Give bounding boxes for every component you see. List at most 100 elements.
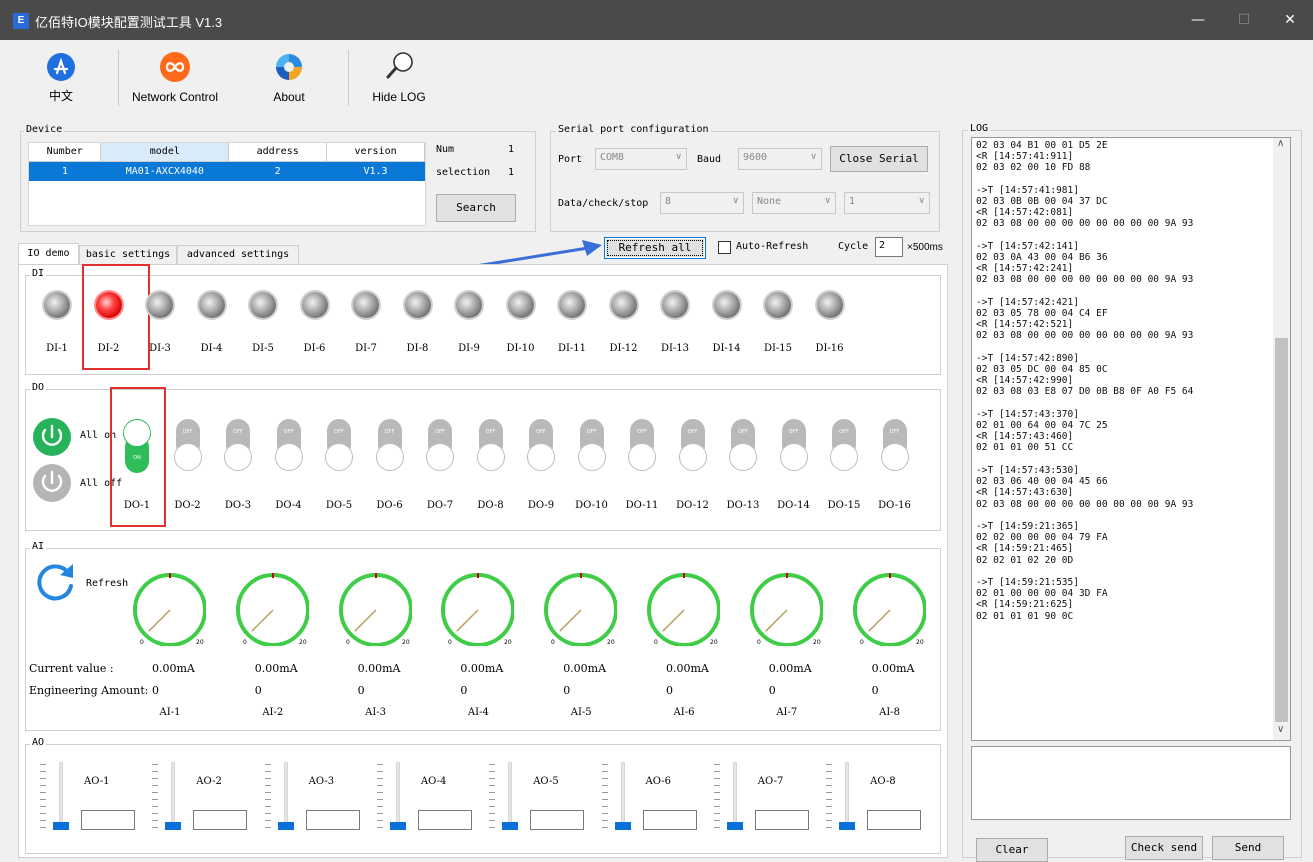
- ao-value-input[interactable]: [305, 810, 360, 830]
- ao-label: AO-6: [645, 776, 672, 787]
- do-toggle[interactable]: OFF: [628, 419, 656, 473]
- ao-value-input[interactable]: [867, 810, 922, 830]
- ao-slider[interactable]: [152, 760, 182, 838]
- about-button[interactable]: About: [258, 48, 320, 110]
- log-scrollbar[interactable]: ∧ ∨: [1273, 138, 1290, 740]
- ao-slider[interactable]: [826, 760, 856, 838]
- di-label: DI-7: [355, 343, 377, 354]
- di-indicator: [765, 292, 791, 318]
- do-toggle[interactable]: OFF: [729, 419, 757, 473]
- slider-thumb[interactable]: [839, 822, 856, 830]
- close-serial-button[interactable]: Close Serial: [830, 146, 928, 172]
- do-toggle[interactable]: OFF: [527, 419, 555, 473]
- send-button[interactable]: Send: [1212, 836, 1284, 860]
- table-row[interactable]: 1 MA01-AXCX4040 2 V1.3: [29, 161, 425, 181]
- ao-value-input[interactable]: [754, 810, 809, 830]
- refresh-all-button[interactable]: Refresh all: [604, 237, 706, 259]
- do-toggle[interactable]: OFF: [274, 419, 303, 473]
- gauge-max-label: 20: [607, 639, 615, 646]
- slider-tick: [826, 764, 833, 765]
- clear-button[interactable]: Clear: [976, 838, 1048, 862]
- data-bits-select[interactable]: 8 ∨: [660, 192, 744, 214]
- di-indicator: [147, 292, 173, 318]
- do-toggle[interactable]: OFF: [426, 419, 454, 473]
- stop-bits-select[interactable]: 1 ∨: [844, 192, 930, 214]
- power-off-icon[interactable]: [32, 463, 72, 503]
- ao-slider[interactable]: [489, 760, 519, 838]
- do-label: DO-11: [625, 500, 659, 511]
- slider-tick: [264, 792, 271, 793]
- scroll-down-icon[interactable]: ∨: [1277, 724, 1284, 735]
- ao-value-input[interactable]: [193, 810, 248, 830]
- col-version[interactable]: version: [326, 143, 425, 162]
- slider-thumb[interactable]: [726, 822, 743, 830]
- baud-select[interactable]: 9600 ∨: [738, 148, 822, 170]
- ao-slider[interactable]: [376, 760, 407, 838]
- ao-value-input[interactable]: [530, 810, 585, 830]
- device-table[interactable]: Number model address version 1 MA01-AXCX…: [28, 142, 426, 226]
- maximize-button[interactable]: ☐: [1221, 0, 1267, 40]
- slider-thumb[interactable]: [277, 822, 294, 830]
- do-toggle[interactable]: OFF: [830, 419, 858, 473]
- toggle-state-text: OFF: [334, 429, 344, 435]
- slider-tick: [826, 799, 833, 800]
- do-toggle[interactable]: OFF: [577, 419, 606, 473]
- language-button[interactable]: 中文: [32, 48, 90, 110]
- selection-value: 1: [508, 167, 515, 178]
- scrollbar-thumb[interactable]: [1275, 338, 1288, 722]
- ao-value-input[interactable]: [417, 810, 472, 830]
- ao-value-input[interactable]: [81, 810, 135, 830]
- di-indicator: [456, 292, 482, 318]
- slider-thumb[interactable]: [165, 822, 182, 830]
- tab-advanced-settings[interactable]: advanced settings: [177, 245, 299, 265]
- slider-thumb[interactable]: [53, 822, 69, 830]
- network-control-label: Network Control: [131, 90, 219, 104]
- ao-slider[interactable]: [40, 760, 70, 838]
- slider-track: [395, 762, 400, 830]
- slider-thumb[interactable]: [614, 822, 631, 830]
- slider-tick: [152, 785, 159, 786]
- ao-slider[interactable]: [264, 760, 295, 838]
- ao-value-input[interactable]: [642, 810, 697, 830]
- tab-io-demo[interactable]: IO demo: [18, 243, 79, 265]
- slider-tick: [264, 771, 271, 772]
- gauge-max-label: 20: [710, 639, 718, 646]
- check-select[interactable]: None ∨: [752, 192, 836, 214]
- do-toggle[interactable]: OFF: [375, 419, 404, 473]
- ao-slider[interactable]: [601, 760, 632, 838]
- hide-log-button[interactable]: Hide LOG: [368, 48, 430, 110]
- do-toggle[interactable]: OFF: [173, 419, 202, 473]
- network-control-button[interactable]: Network Control: [120, 48, 230, 110]
- minimize-button[interactable]: —: [1175, 0, 1221, 40]
- refresh-icon[interactable]: [33, 560, 77, 604]
- serial-group-title: Serial port configuration: [556, 124, 711, 135]
- close-window-button[interactable]: ✕: [1267, 0, 1313, 40]
- ao-slider[interactable]: [713, 760, 744, 838]
- slider-tick: [489, 792, 496, 793]
- port-select[interactable]: COM8 ∨: [595, 148, 687, 170]
- di-indicator: [250, 292, 276, 318]
- cycle-input[interactable]: 2: [875, 237, 903, 257]
- do-toggle[interactable]: OFF: [476, 419, 505, 473]
- slider-thumb[interactable]: [389, 822, 406, 830]
- power-on-icon[interactable]: [32, 417, 72, 457]
- ai-refresh-label[interactable]: Refresh: [86, 578, 128, 589]
- di-indicator: [507, 292, 534, 318]
- do-toggle[interactable]: OFF: [779, 419, 808, 473]
- auto-refresh-checkbox[interactable]: [718, 241, 731, 254]
- do-toggle[interactable]: OFF: [224, 419, 252, 473]
- slider-thumb[interactable]: [502, 822, 519, 830]
- do-toggle[interactable]: ON: [123, 419, 151, 473]
- col-address[interactable]: address: [228, 143, 328, 162]
- check-send-button[interactable]: Check send: [1125, 836, 1203, 860]
- col-number[interactable]: Number: [29, 143, 102, 162]
- do-toggle[interactable]: OFF: [880, 419, 909, 473]
- do-toggle[interactable]: OFF: [325, 419, 353, 473]
- do-toggle[interactable]: OFF: [678, 419, 707, 473]
- scroll-up-icon[interactable]: ∧: [1277, 138, 1284, 149]
- tab-basic-settings[interactable]: basic settings: [79, 245, 177, 265]
- col-model[interactable]: model: [100, 143, 230, 162]
- send-input[interactable]: [971, 746, 1291, 820]
- toggle-state-text: OFF: [384, 429, 395, 435]
- search-button[interactable]: Search: [436, 194, 516, 222]
